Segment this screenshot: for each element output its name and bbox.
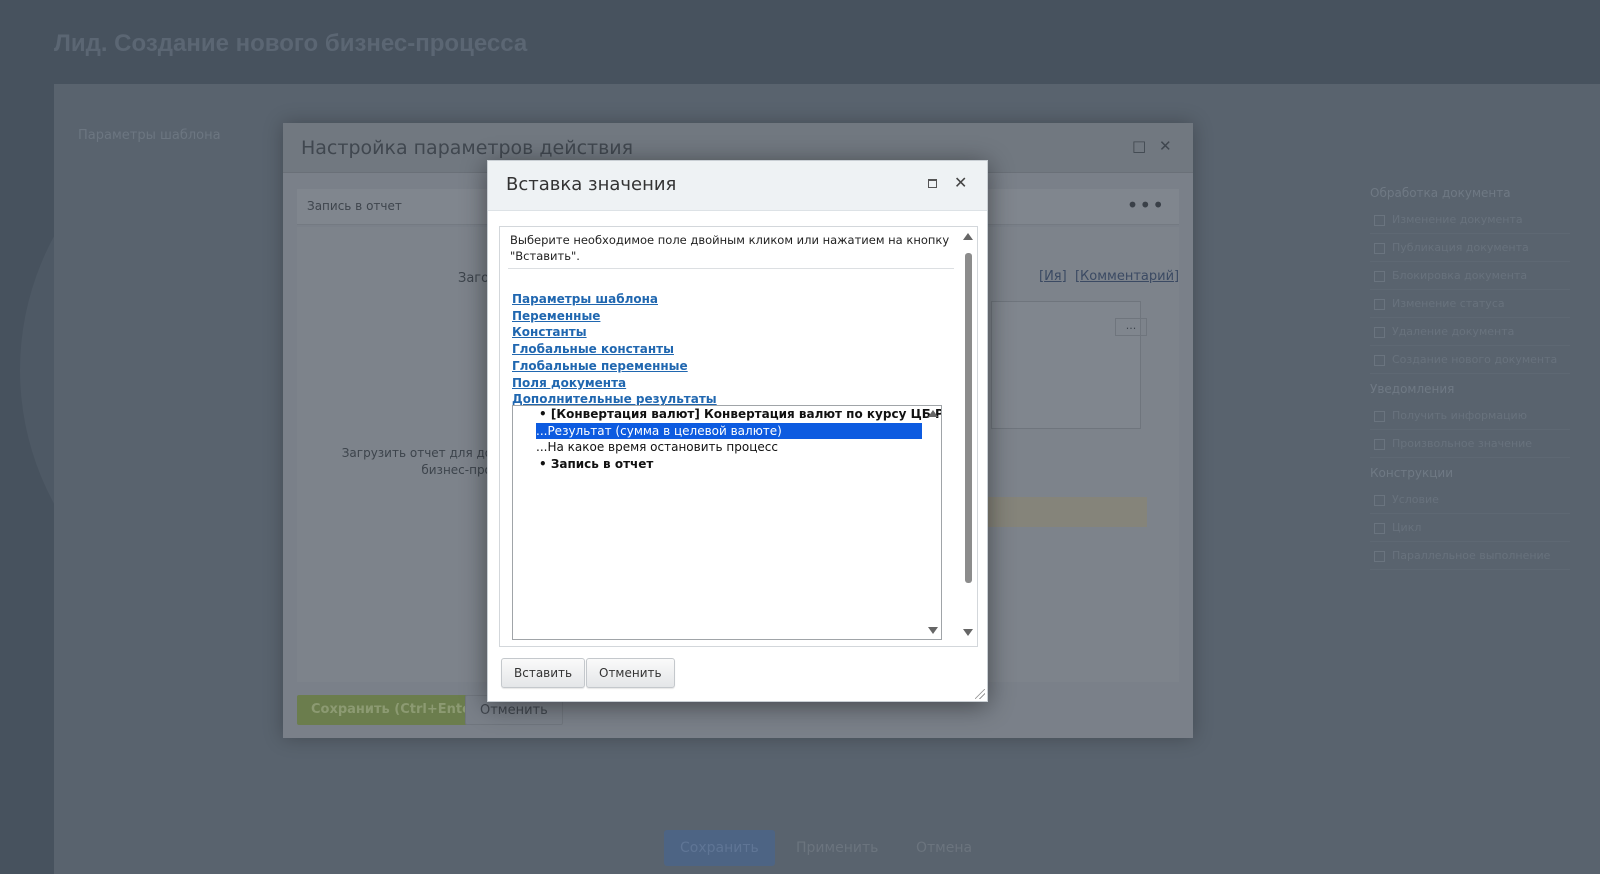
link-template-params[interactable]: Параметры шаблона (512, 291, 717, 308)
cancel-button[interactable]: Отменить (586, 658, 675, 688)
title-field-links: [Ия] [Комментарий] (1039, 269, 1180, 284)
instruction-text: Выберите необходимое поле двойным кликом… (510, 233, 950, 263)
sidebar-item[interactable]: Цикл (1370, 514, 1570, 542)
maximize-icon[interactable]: □ (1132, 137, 1146, 155)
scroll-down-icon[interactable] (928, 627, 938, 634)
page-apply-button[interactable]: Применить (780, 830, 894, 866)
listbox-options: • [Конвертация валют] Конвертация валют … (513, 406, 941, 473)
resize-grip-icon[interactable] (975, 689, 985, 699)
sidebar-item[interactable]: Блокировка документа (1370, 262, 1570, 290)
listbox-scrollbar[interactable] (925, 406, 941, 639)
content-scrollbar[interactable] (960, 227, 977, 646)
action-settings-title: Настройка параметров действия (301, 137, 634, 159)
insert-value-button[interactable]: ... (1115, 318, 1147, 336)
sidebar-item[interactable]: Произвольное значение (1370, 430, 1570, 458)
info-banner (977, 497, 1147, 527)
divider (508, 268, 954, 269)
page-cancel-button[interactable]: Отмена (900, 830, 988, 866)
page-title: Лид. Создание нового бизнес-процесса (54, 30, 528, 57)
list-option-group[interactable]: • Запись в отчет (513, 456, 925, 473)
maximize-icon[interactable] (928, 179, 937, 188)
insert-button[interactable]: Вставить (501, 658, 586, 688)
sidebar-item[interactable]: Получить информацию (1370, 402, 1570, 430)
more-icon[interactable]: ••• (1127, 193, 1165, 217)
close-icon[interactable]: ✕ (1159, 137, 1172, 155)
link-document-fields[interactable]: Поля документа (512, 375, 717, 392)
sidebar-item[interactable]: Условие (1370, 486, 1570, 514)
list-option[interactable]: ...На какое время остановить процесс (513, 439, 925, 456)
sidebar-item[interactable]: Публикация документа (1370, 234, 1570, 262)
link-constants[interactable]: Константы (512, 324, 717, 341)
scroll-up-icon[interactable] (928, 410, 938, 417)
insert-value-dialog: Вставка значения ✕ Выберите необходимое … (487, 160, 988, 702)
activity-tab-label[interactable]: Запись в отчет (307, 199, 402, 213)
category-links: Параметры шаблона Переменные Константы Г… (512, 291, 717, 408)
sidebar-section[interactable]: Обработка документа (1370, 186, 1570, 200)
scroll-down-icon[interactable] (963, 629, 973, 636)
sidebar-item[interactable]: Изменение документа (1370, 206, 1570, 234)
insert-value-header: Вставка значения ✕ (488, 161, 987, 211)
comment-link[interactable]: Комментарий (1080, 269, 1174, 284)
scroll-up-icon[interactable] (963, 233, 973, 240)
activities-sidebar: Обработка документа Изменение документа … (1370, 178, 1570, 570)
sidebar-section[interactable]: Конструкции (1370, 466, 1570, 480)
sidebar-item[interactable]: Создание нового документа (1370, 346, 1570, 374)
list-option-group[interactable]: • [Конвертация валют] Конвертация валют … (513, 406, 941, 423)
sidebar-item[interactable]: Параллельное выполнение (1370, 542, 1570, 570)
results-listbox[interactable]: • [Конвертация валют] Конвертация валют … (512, 405, 942, 640)
name-link[interactable]: Ия (1044, 269, 1062, 284)
link-variables[interactable]: Переменные (512, 308, 717, 325)
page-save-button[interactable]: Сохранить (664, 830, 775, 866)
scrollbar-thumb[interactable] (965, 253, 972, 583)
list-option-selected[interactable]: ...Результат (сумма в целевой валюте) (536, 422, 922, 439)
link-global-variables[interactable]: Глобальные переменные (512, 358, 717, 375)
close-icon[interactable]: ✕ (954, 173, 967, 192)
insert-value-title: Вставка значения (506, 174, 677, 195)
breadcrumb[interactable]: Параметры шаблона (78, 128, 221, 143)
insert-value-content: Выберите необходимое поле двойным кликом… (499, 226, 978, 647)
sidebar-section[interactable]: Уведомления (1370, 382, 1570, 396)
sidebar-item[interactable]: Изменение статуса (1370, 290, 1570, 318)
link-global-constants[interactable]: Глобальные константы (512, 341, 717, 358)
sidebar-item[interactable]: Удаление документа (1370, 318, 1570, 346)
